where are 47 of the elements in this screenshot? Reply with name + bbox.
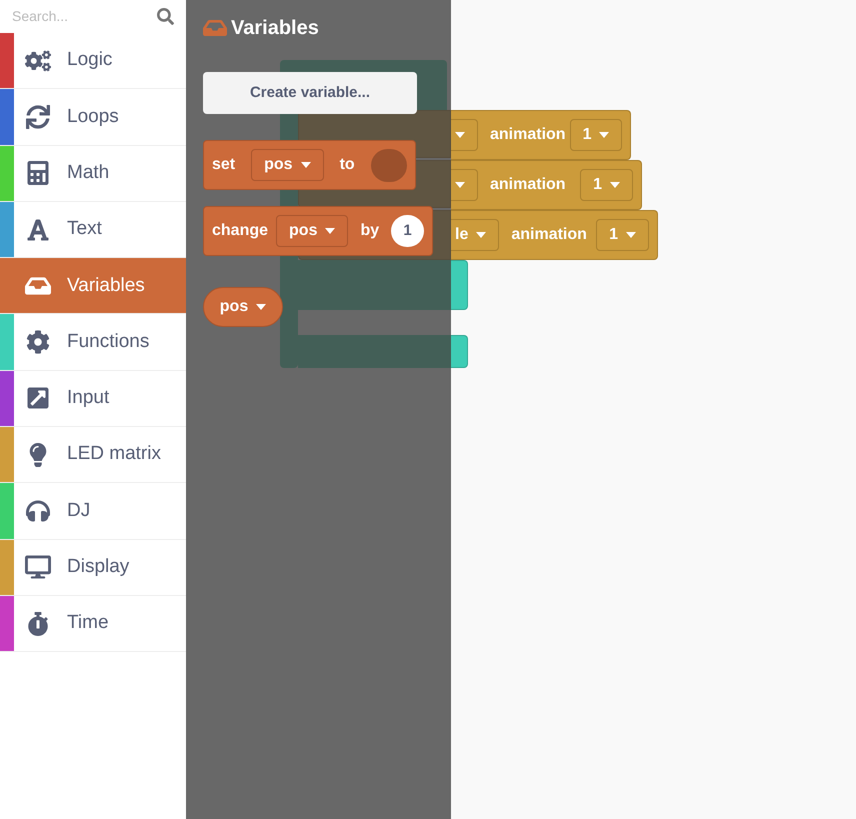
block-label: to <box>340 155 355 175</box>
category-item[interactable]: LED matrix <box>0 427 186 484</box>
create-variable-button[interactable]: Create variable... <box>203 72 417 114</box>
variable-dropdown[interactable]: pos <box>251 149 324 181</box>
category-item[interactable]: Input <box>0 370 186 428</box>
variable-dropdown[interactable]: pos <box>276 215 348 247</box>
flyout-title: Variables <box>231 16 319 41</box>
set-block[interactable]: set pos to <box>203 140 416 190</box>
block-label: set <box>212 155 236 175</box>
category-item[interactable]: DJ <box>0 483 186 540</box>
category-item[interactable]: Time <box>0 596 186 652</box>
headphones-icon <box>25 499 51 524</box>
caret-icon <box>455 132 465 138</box>
caret-icon <box>256 304 266 310</box>
category-item[interactable]: Loops <box>0 89 186 146</box>
category-item[interactable]: Display <box>0 540 186 596</box>
caret-icon <box>300 162 311 168</box>
caret-icon <box>455 182 465 188</box>
caret-icon <box>610 182 620 188</box>
calculator-icon <box>25 161 51 186</box>
category-item[interactable]: Logic <box>0 33 186 90</box>
category-item[interactable]: Math <box>0 146 186 202</box>
search-field[interactable]: Search... <box>12 6 142 27</box>
change-block[interactable]: change pos by 1 <box>203 206 433 256</box>
block-label: animation <box>489 175 567 195</box>
direction-dropdown[interactable] <box>451 119 478 151</box>
block-label: animation <box>489 125 567 145</box>
variable-block[interactable]: pos <box>203 287 283 327</box>
block-label: by <box>359 221 380 241</box>
sync-icon <box>25 104 51 129</box>
gears-icon <box>25 48 51 73</box>
gear-icon <box>25 330 51 354</box>
letter-icon <box>25 218 51 242</box>
caret-icon <box>599 132 610 138</box>
category-item[interactable]: Functions <box>0 314 186 371</box>
direction-dropdown[interactable] <box>451 169 478 201</box>
monitor-icon <box>25 555 51 580</box>
search-icon[interactable] <box>157 8 174 25</box>
caret-icon <box>626 232 636 238</box>
caret-icon <box>325 228 336 234</box>
block-label: animation <box>510 225 588 245</box>
block-label: change <box>212 221 268 241</box>
caret-icon <box>476 232 486 238</box>
category-item[interactable]: Variables <box>0 258 186 314</box>
category-item[interactable]: Text <box>0 202 186 258</box>
number-field[interactable]: 1 <box>391 215 424 247</box>
inbox-icon <box>203 17 227 39</box>
